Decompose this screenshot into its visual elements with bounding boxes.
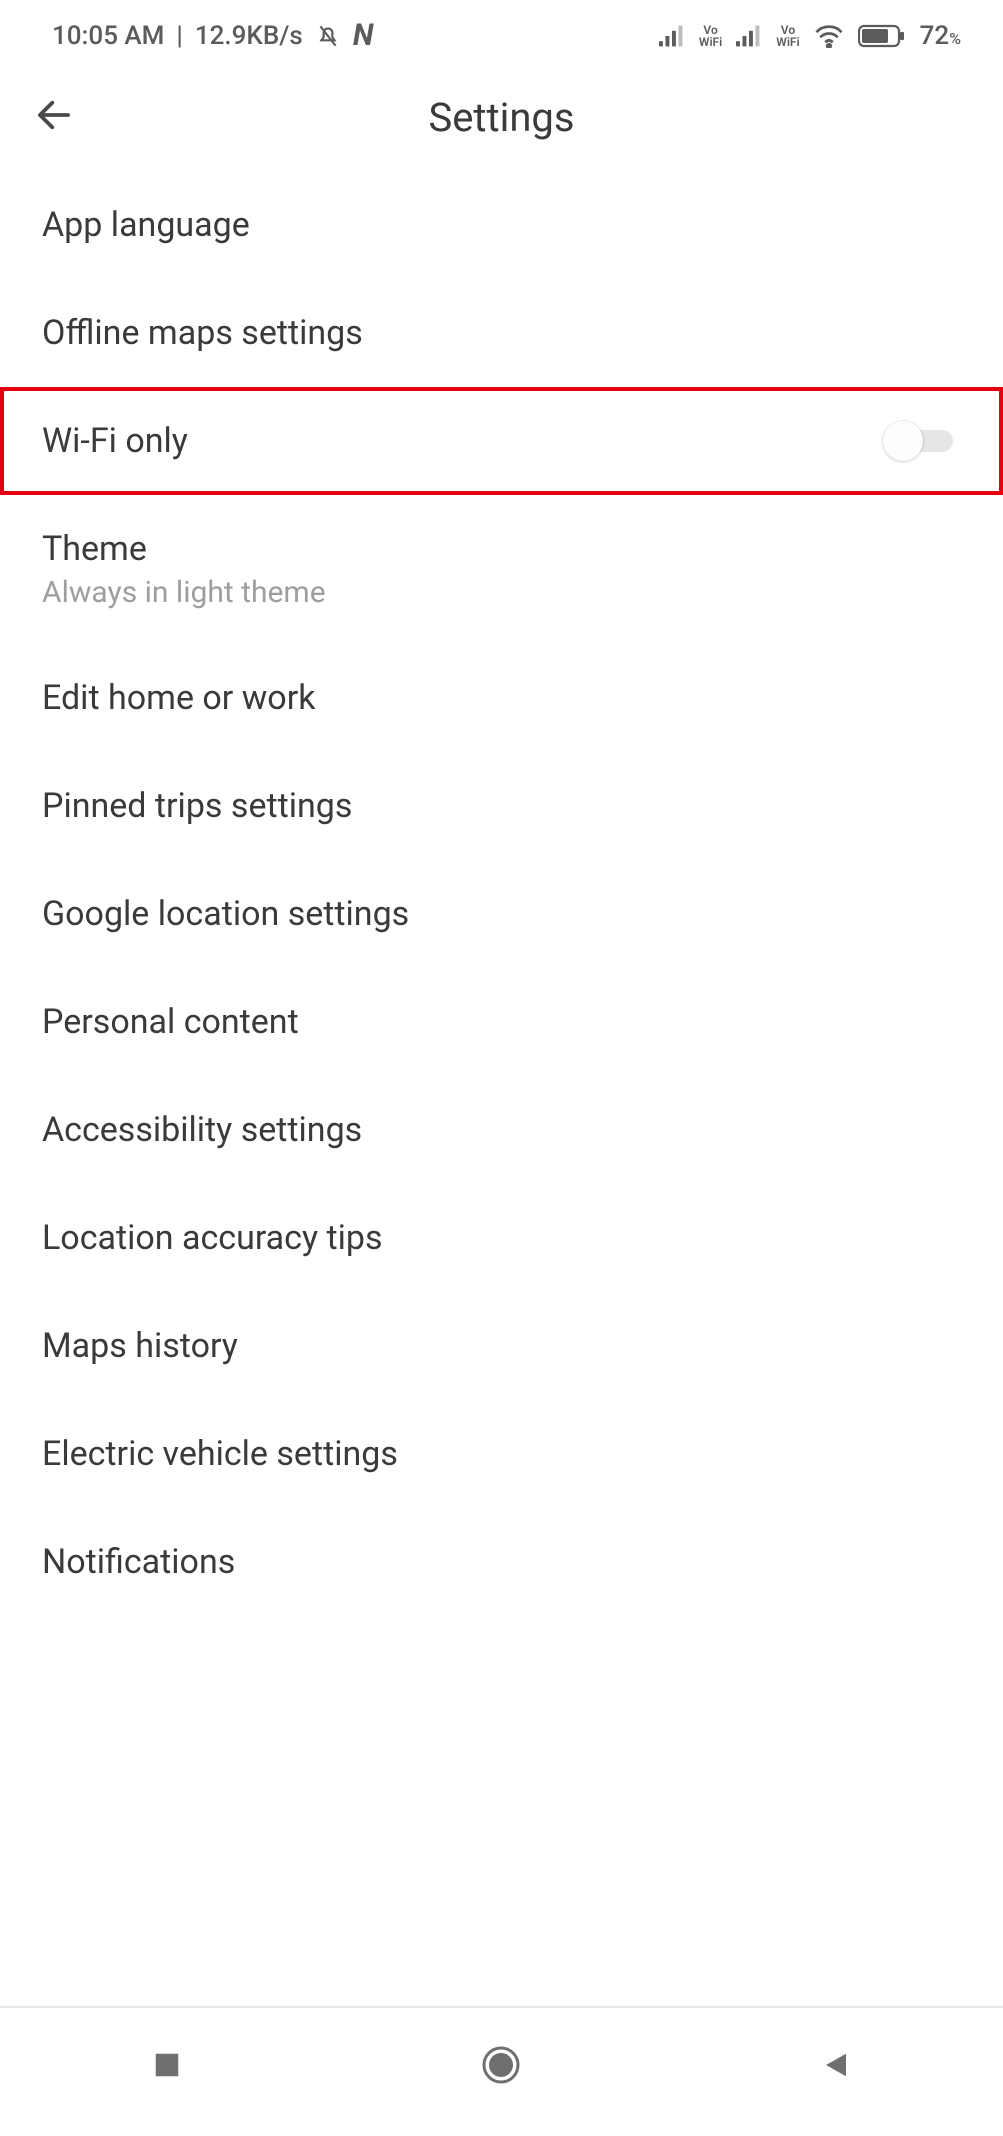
switch-thumb xyxy=(883,421,923,461)
app-header: Settings xyxy=(0,63,1003,171)
triangle-left-icon xyxy=(821,2050,851,2084)
setting-ev-settings[interactable]: Electric vehicle settings xyxy=(0,1400,1003,1508)
setting-label: Notifications xyxy=(42,1542,235,1582)
setting-location-accuracy[interactable]: Location accuracy tips xyxy=(0,1184,1003,1292)
system-nav-bar xyxy=(0,2006,1003,2136)
setting-theme[interactable]: Theme Always in light theme xyxy=(0,495,1003,644)
setting-label: Wi-Fi only xyxy=(42,421,188,461)
settings-list: App language Offline maps settings Wi-Fi… xyxy=(0,171,1003,1616)
setting-maps-history[interactable]: Maps history xyxy=(0,1292,1003,1400)
setting-personal-content[interactable]: Personal content xyxy=(0,968,1003,1076)
setting-sublabel: Always in light theme xyxy=(42,575,326,610)
vowifi-icon-2: Vo WiFi xyxy=(776,24,799,48)
battery-icon xyxy=(858,24,906,48)
setting-label: App language xyxy=(42,205,250,245)
status-bar: 10:05 AM | 12.9KB/s N Vo WiFi xyxy=(0,0,1003,63)
status-left: 10:05 AM | 12.9KB/s N xyxy=(52,18,373,53)
setting-accessibility[interactable]: Accessibility settings xyxy=(0,1076,1003,1184)
n-icon: N xyxy=(353,18,374,53)
setting-label: Google location settings xyxy=(42,894,409,934)
signal-icon-2 xyxy=(736,25,762,47)
setting-edit-home-work[interactable]: Edit home or work xyxy=(0,644,1003,752)
setting-wifi-only[interactable]: Wi-Fi only xyxy=(0,387,1003,495)
square-icon xyxy=(152,2050,182,2084)
setting-notifications[interactable]: Notifications xyxy=(0,1508,1003,1616)
setting-label: Accessibility settings xyxy=(42,1110,362,1150)
status-separator: | xyxy=(176,21,182,51)
setting-offline-maps[interactable]: Offline maps settings xyxy=(0,279,1003,387)
setting-label: Theme xyxy=(42,529,326,569)
setting-label: Offline maps settings xyxy=(42,313,363,353)
nav-home-button[interactable] xyxy=(441,2027,561,2107)
setting-google-location[interactable]: Google location settings xyxy=(0,860,1003,968)
battery-percentage: 72% xyxy=(920,21,961,51)
setting-label: Location accuracy tips xyxy=(42,1218,383,1258)
back-button[interactable] xyxy=(0,63,108,171)
wifi-icon xyxy=(814,24,844,48)
circle-icon xyxy=(481,2045,521,2089)
setting-pinned-trips[interactable]: Pinned trips settings xyxy=(0,752,1003,860)
arrow-left-icon xyxy=(33,94,75,140)
status-right: Vo WiFi Vo WiFi xyxy=(659,21,961,51)
setting-label: Edit home or work xyxy=(42,678,315,718)
nav-recent-button[interactable] xyxy=(107,2027,227,2107)
setting-label: Personal content xyxy=(42,1002,299,1042)
setting-label: Electric vehicle settings xyxy=(42,1434,398,1474)
setting-label: Pinned trips settings xyxy=(42,786,352,826)
mute-icon xyxy=(315,23,341,49)
vowifi-icon-1: Vo WiFi xyxy=(699,24,722,48)
status-time: 10:05 AM xyxy=(52,21,164,51)
nav-back-button[interactable] xyxy=(776,2027,896,2107)
status-data-rate: 12.9KB/s xyxy=(195,21,303,51)
signal-icon-1 xyxy=(659,25,685,47)
page-title: Settings xyxy=(0,94,1003,141)
setting-app-language[interactable]: App language xyxy=(0,171,1003,279)
wifi-only-toggle[interactable] xyxy=(883,421,961,461)
setting-label: Maps history xyxy=(42,1326,238,1366)
